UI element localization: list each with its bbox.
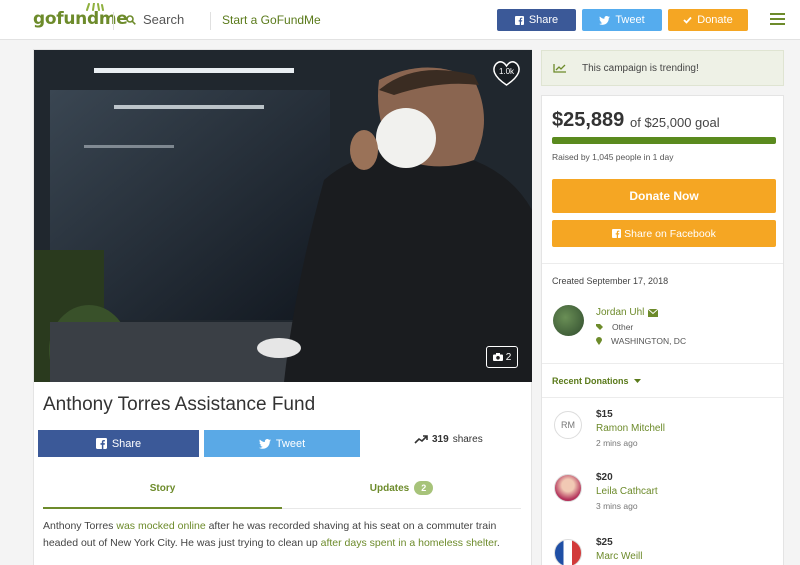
organizer-location: WASHINGTON, DC xyxy=(596,336,686,346)
nav-tweet-label: Tweet xyxy=(615,14,645,26)
search-icon xyxy=(126,14,136,25)
donation-amount: $15 xyxy=(596,409,613,420)
campaign-tabs: Story Updates 2 xyxy=(43,479,521,509)
nav-donate-button[interactable]: Donate xyxy=(668,9,748,31)
campaign-card: 1.0k 2 Anthony Torres Assistance Fund Sh… xyxy=(33,49,532,565)
donate-now-button[interactable]: Donate Now xyxy=(552,179,776,213)
camera-icon xyxy=(492,353,503,361)
donor-initials-avatar: RM xyxy=(554,411,582,439)
donation-time: 2 mins ago xyxy=(596,438,638,448)
nav-divider xyxy=(113,12,114,30)
menu-icon[interactable] xyxy=(770,13,785,26)
amount-raised: $25,889 xyxy=(552,109,625,131)
donation-amount: $20 xyxy=(596,472,613,483)
story-link-mocked[interactable]: was mocked online xyxy=(116,520,205,532)
story-text: . xyxy=(496,537,500,549)
nav-tweet-button[interactable]: Tweet xyxy=(582,9,662,31)
campaign-hero-image[interactable]: 1.0k 2 xyxy=(34,50,532,382)
organizer-category-label: Other xyxy=(612,322,634,332)
share-count-value: 319 xyxy=(432,434,449,445)
campaign-story: Anthony Torres was mocked online after h… xyxy=(43,518,513,552)
created-date: Created September 17, 2018 xyxy=(552,276,669,286)
organizer-avatar[interactable] xyxy=(553,305,584,336)
twitter-icon xyxy=(258,438,271,449)
nav-donate-label: Donate xyxy=(697,14,733,26)
donation-item: $20 Leila Cathcart 3 mins ago xyxy=(552,472,782,518)
trending-arrow-icon xyxy=(414,435,428,444)
story-link-shelter[interactable]: after days spent in a homeless shelter xyxy=(321,537,497,549)
organizer-location-label: WASHINGTON, DC xyxy=(611,336,687,346)
donation-item: $25 Marc Weill xyxy=(552,537,782,565)
check-icon xyxy=(683,16,692,24)
donation-item: RM $15 Ramon Mitchell 2 mins ago xyxy=(552,409,782,455)
nav-divider xyxy=(210,12,211,30)
facebook-share-button[interactable]: Share xyxy=(38,430,199,457)
tab-story[interactable]: Story xyxy=(43,479,282,509)
envelope-icon[interactable] xyxy=(648,308,659,317)
donation-amount: $25 xyxy=(596,537,613,548)
chevron-down-icon xyxy=(633,379,641,383)
nav-share-label: Share xyxy=(528,14,559,26)
campaign-title: Anthony Torres Assistance Fund xyxy=(43,394,316,415)
tab-story-label: Story xyxy=(149,483,176,494)
trending-banner: This campaign is trending! xyxy=(541,50,784,86)
share-on-facebook-button[interactable]: Share on Facebook xyxy=(552,220,776,247)
donation-time: 3 mins ago xyxy=(596,501,638,511)
organizer-name: Jordan Uhl xyxy=(596,307,645,318)
facebook-icon xyxy=(612,229,622,238)
donor-name[interactable]: Ramon Mitchell xyxy=(596,423,665,434)
trending-chart-icon xyxy=(553,64,566,73)
donor-name[interactable]: Marc Weill xyxy=(596,551,642,562)
twitter-share-label: Tweet xyxy=(275,437,306,450)
recent-donations-label: Recent Donations xyxy=(552,376,629,386)
trending-text: This campaign is trending! xyxy=(582,62,699,74)
twitter-icon xyxy=(599,15,611,25)
progress-fill xyxy=(552,137,776,144)
heart-count: 1.0k xyxy=(498,67,515,76)
share-count-label: shares xyxy=(452,434,483,445)
donor-flag-avatar xyxy=(554,539,582,565)
twitter-share-button[interactable]: Tweet xyxy=(204,430,360,457)
divider xyxy=(542,397,783,398)
facebook-share-label: Share xyxy=(111,437,142,450)
donor-photo-avatar xyxy=(554,474,582,502)
search-button[interactable]: Search xyxy=(126,12,184,27)
tag-icon xyxy=(596,323,603,330)
photo-count-value: 2 xyxy=(505,351,512,363)
top-navigation: gofundme Search Start a GoFundMe Share T… xyxy=(0,0,800,40)
share-count: 319 shares xyxy=(414,434,483,445)
nav-share-button[interactable]: Share xyxy=(497,9,576,31)
progress-bar xyxy=(552,137,776,144)
organizer-name-link[interactable]: Jordan Uhl xyxy=(596,307,659,318)
map-pin-icon xyxy=(596,337,602,345)
facebook-icon xyxy=(95,438,107,449)
updates-count-badge: 2 xyxy=(414,481,434,495)
tab-updates-label: Updates xyxy=(369,483,410,494)
organizer-category: Other xyxy=(596,322,633,332)
start-gofundme-link[interactable]: Start a GoFundMe xyxy=(222,13,321,27)
hero-photo-illustration xyxy=(34,50,532,382)
photo-gallery-button[interactable]: 2 xyxy=(486,346,518,368)
facebook-icon xyxy=(514,15,524,25)
logo-leaves-icon xyxy=(86,3,104,11)
divider xyxy=(542,263,783,264)
search-label: Search xyxy=(143,12,185,27)
goal-text: of $25,000 goal xyxy=(630,115,720,130)
tab-updates[interactable]: Updates 2 xyxy=(282,479,521,509)
donor-name[interactable]: Leila Cathcart xyxy=(596,486,658,497)
story-text: Anthony Torres xyxy=(43,520,117,532)
recent-donations-toggle[interactable]: Recent Donations xyxy=(552,376,641,386)
divider xyxy=(542,363,783,364)
donation-sidebar: $25,889 of $25,000 goal Raised by 1,045 … xyxy=(541,95,784,565)
raised-by-text: Raised by 1,045 people in 1 day xyxy=(552,152,674,162)
share-on-facebook-label: Share on Facebook xyxy=(624,227,716,240)
